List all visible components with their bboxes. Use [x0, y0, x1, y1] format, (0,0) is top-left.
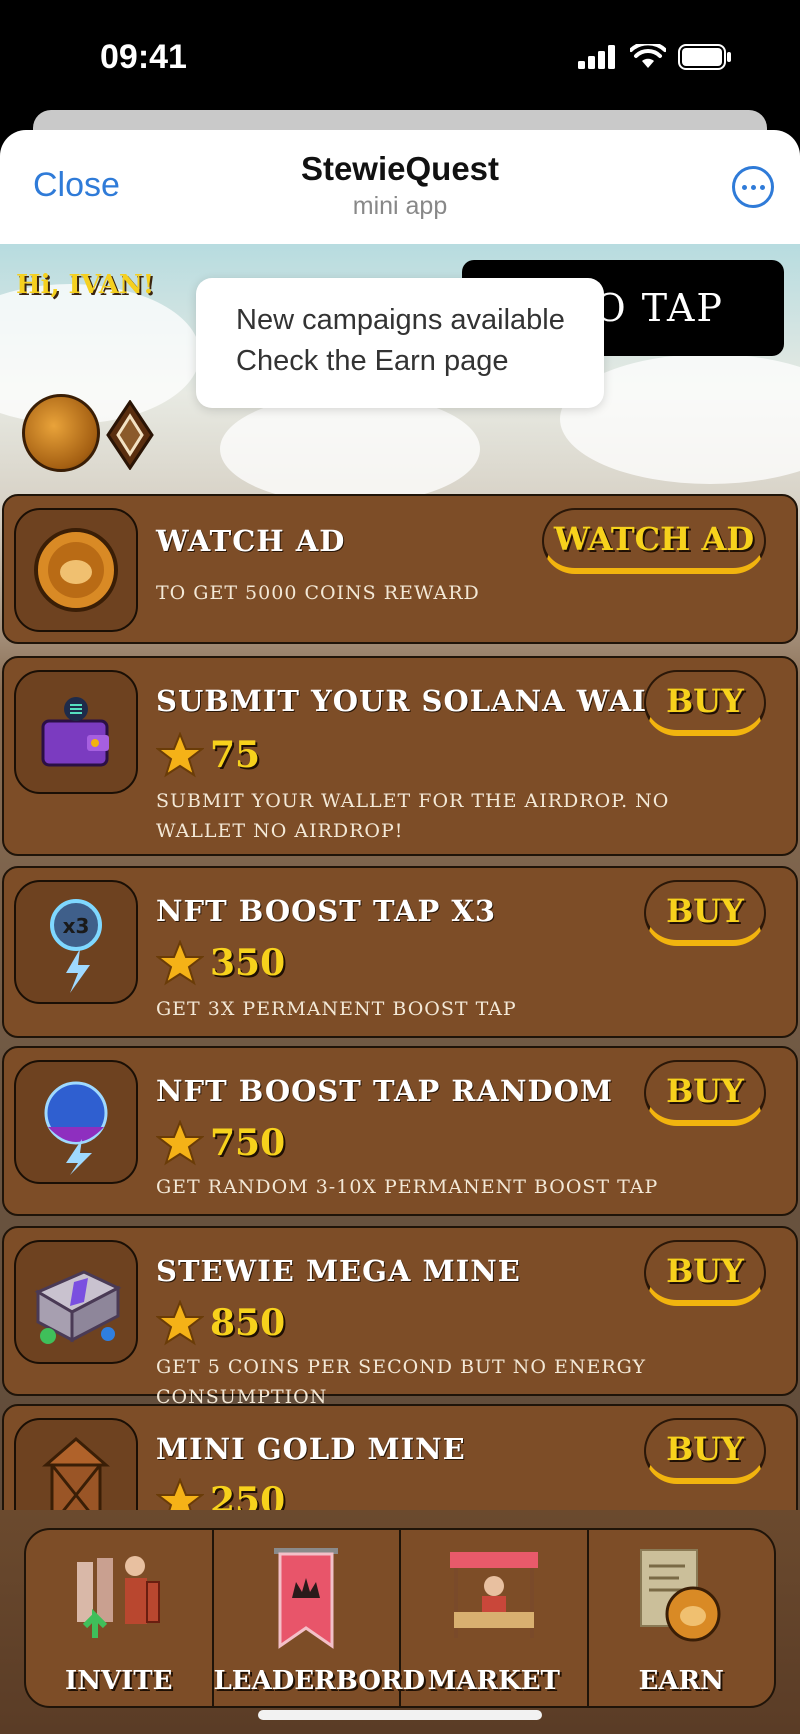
- item-description: GET RANDOM 3-10X PERMANENT BOOST TAP: [156, 1176, 659, 1198]
- background-cloud: [0, 284, 200, 424]
- buy-button[interactable]: BUY: [644, 1060, 766, 1126]
- home-indicator: [258, 1710, 542, 1720]
- watch-ad-button[interactable]: WATCH AD: [542, 508, 766, 574]
- price-value: 850: [210, 1302, 286, 1344]
- earn-coin-icon: [640, 1549, 721, 1642]
- nav-label: EARN: [638, 1666, 724, 1696]
- shop-item-solana-wallet: SUBMIT YOUR SOLANA WALLET 75 SUBMIT YOUR…: [2, 656, 798, 856]
- price-value: 750: [210, 1122, 286, 1164]
- more-dot-icon: [750, 184, 756, 190]
- status-time: 09:41: [100, 38, 187, 76]
- notification-toast[interactable]: New campaigns available Check the Earn p…: [196, 278, 604, 408]
- item-description: GET 3X PERMANENT BOOST TAP: [156, 998, 517, 1020]
- status-icons: [578, 44, 732, 70]
- invite-icon: [76, 1556, 160, 1638]
- item-price: 350: [156, 940, 285, 986]
- coin-icon: [14, 508, 138, 632]
- bottom-navigation: INVITE LEADERBORD MARKET EARN: [24, 1528, 776, 1708]
- signal-icon: [578, 45, 615, 69]
- market-stall-icon: [449, 1552, 538, 1638]
- leaderboard-banner-icon: [274, 1548, 339, 1649]
- status-bar: 09:41: [0, 0, 800, 120]
- nav-label: INVITE: [65, 1666, 173, 1696]
- item-price: 850: [156, 1300, 285, 1346]
- item-description: SUBMIT YOUR WALLET FOR THE AIRDROP. NO W…: [156, 790, 670, 842]
- background-cloud: [220, 394, 480, 504]
- star-icon: [156, 940, 204, 986]
- nav-label: MARKET: [427, 1666, 560, 1696]
- price-value: 75: [210, 734, 261, 776]
- item-description: TO GET 5000 COINS REWARD: [156, 582, 480, 604]
- app-subtitle: mini app: [352, 192, 448, 220]
- star-icon: [156, 732, 204, 778]
- app-title: StewieQuest: [300, 150, 500, 187]
- star-icon: [156, 1300, 204, 1346]
- item-title: STEWIE MEGA MINE: [156, 1254, 521, 1288]
- shop-item-nft-boost-random: NFT BOOST TAP RANDOM 750 GET RANDOM 3-10…: [2, 1046, 798, 1216]
- coin-balance-icon[interactable]: [22, 394, 100, 472]
- buy-button[interactable]: BUY: [644, 1240, 766, 1306]
- wifi-icon: [630, 44, 666, 68]
- price-value: 350: [210, 942, 286, 984]
- mini-app-header: Close StewieQuest mini app: [0, 130, 800, 244]
- boost-x3-icon: x3: [14, 880, 138, 1004]
- battery-icon: [678, 44, 731, 70]
- nav-label: LEADERBORD: [213, 1666, 426, 1696]
- item-title: NFT BOOST TAP X3: [156, 894, 497, 928]
- more-dot-icon: [741, 184, 747, 190]
- toast-line-1: New campaigns available: [236, 304, 565, 336]
- item-title: MINI GOLD MINE: [156, 1432, 466, 1466]
- shop-item-stewie-mega-mine: STEWIE MEGA MINE 850 GET 5 COINS PER SEC…: [2, 1226, 798, 1408]
- buy-button[interactable]: BUY: [644, 1418, 766, 1484]
- wallet-icon: [14, 670, 138, 794]
- greeting-text: Hi, IVAN!: [16, 270, 155, 300]
- item-description: GET 5 COINS PER SECOND BUT NO ENERGY CON…: [156, 1356, 647, 1408]
- svg-text:x3: x3: [63, 914, 90, 938]
- buy-button[interactable]: BUY: [644, 670, 766, 736]
- nav-invite[interactable]: INVITE: [26, 1530, 214, 1706]
- rank-diamond-icon[interactable]: [106, 400, 154, 470]
- item-title: NFT BOOST TAP RANDOM: [156, 1074, 613, 1108]
- buy-button[interactable]: BUY: [644, 880, 766, 946]
- item-price: 750: [156, 1120, 285, 1166]
- shop-item-nft-boost-x3: x3 NFT BOOST TAP X3 350 GET 3X PERMANENT…: [2, 866, 798, 1038]
- star-icon: [156, 1120, 204, 1166]
- random-boost-icon: [14, 1060, 138, 1184]
- shop-item-watch-ad: WATCH AD TO GET 5000 COINS REWARD WATCH …: [2, 494, 798, 644]
- item-price: 75: [156, 732, 260, 778]
- nav-earn[interactable]: EARN: [589, 1530, 775, 1706]
- nav-leaderboard[interactable]: LEADERBORD: [213, 1530, 426, 1706]
- item-title: SUBMIT YOUR SOLANA WALLET: [156, 684, 721, 718]
- nav-market[interactable]: MARKET: [401, 1530, 589, 1706]
- more-options-button[interactable]: [732, 166, 774, 208]
- game-area: Hi, IVAN! TO TAP New campaigns available…: [0, 244, 800, 1734]
- mega-mine-icon: [14, 1240, 138, 1364]
- toast-line-2: Check the Earn page: [236, 345, 509, 377]
- more-dot-icon: [759, 184, 765, 190]
- item-title: WATCH AD: [156, 524, 346, 558]
